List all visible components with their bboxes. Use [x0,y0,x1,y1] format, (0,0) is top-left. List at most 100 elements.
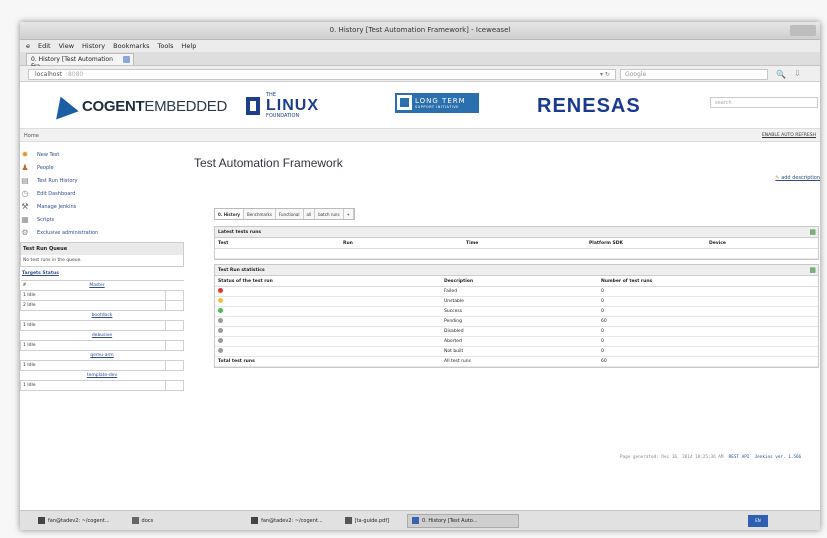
node-name[interactable]: qemu-arm [20,350,184,361]
status-description: Success [444,309,463,314]
status-description: Not built [444,349,464,354]
col-description: Description [444,278,474,284]
new-tab-icon[interactable] [123,56,130,63]
taskbar-item-terminal-2[interactable]: fan@tadev2: ~/cogent... [247,514,327,528]
taskbar-item-docs[interactable]: docs [128,514,158,528]
node-name[interactable]: Master [28,280,166,291]
menu-tools[interactable]: Tools [157,42,173,50]
web-search-input[interactable]: Google [620,69,768,80]
url-bar[interactable]: localhost:8080 [28,69,616,80]
reload-icon[interactable]: ▾ ↻ [600,71,610,78]
breadcrumb-bar: Home ENABLE AUTO REFRESH [20,128,820,142]
taskbar-item-label: 0. History [Test Auto... [422,517,478,524]
taskbar-item-label: [ta-guide.pdf] [354,517,390,524]
sidebar-item-label: Exclusive administration [37,229,99,236]
tab-history[interactable]: 0. History [215,209,245,219]
latest-runs-table: Latest tests runs ▦ Test Run Time Platfo… [214,226,819,260]
menu-file[interactable]: e [26,42,30,50]
jenkins-search-placeholder: search [715,100,732,106]
sidebar-item-edit-dashboard[interactable]: ◷ Edit Dashboard [20,187,184,200]
sidebar-item-label: Test Run History [37,177,78,184]
total-label: Total test runs [218,359,255,364]
tab-add-view[interactable]: + [343,209,354,219]
rss-icon[interactable]: ▦ [809,266,816,274]
cogent-logo-main: COGENT [82,97,145,115]
breadcrumb-home[interactable]: Home [24,133,39,139]
status-description: Unstable [444,299,464,304]
ltsi-logo-main: LONG TERM [415,96,466,105]
status-count: 0 [601,349,604,354]
sidebar-item-exclusive-admin[interactable]: ⚙ Exclusive administration [20,226,184,239]
sidebar-item-scripts[interactable]: ▦ Scripts [20,213,184,226]
keyboard-layout-indicator[interactable]: EN [748,515,768,527]
build-queue-title: Test Run Queue [21,243,183,255]
node-name[interactable]: debusive [20,330,184,341]
build-queue-panel: Test Run Queue No test runs in the queue… [20,242,184,267]
taskbar-item-pdf[interactable]: [ta-guide.pdf] [341,514,393,528]
terminal-icon [38,517,45,524]
tab-batch-runs[interactable]: batch runs [315,209,344,219]
linux-foundation-box-icon [246,97,260,115]
menu-view[interactable]: View [59,42,74,50]
search-icon[interactable]: 🔍 [776,70,786,79]
build-queue-empty: No test runs in the queue. [23,258,82,263]
status-unstable-icon [218,298,223,303]
ltsi-logo-sub: SUPPORT INITIATIVE [415,104,459,109]
tab-functional[interactable]: Functional [275,209,304,219]
jenkins-search-input[interactable]: search [710,97,818,108]
status-pending-icon [218,318,223,323]
col-count: Number of test runs [601,278,653,284]
browser-tab[interactable]: 0. History [Test Automation Fra... [26,53,134,70]
sidebar-item-manage-jenkins[interactable]: ⚒ Manage Jenkins [20,200,184,213]
url-text: localhost [35,71,62,78]
status-count: 60 [601,319,607,324]
cogent-triangle-icon [49,92,79,120]
menu-history[interactable]: History [82,42,105,50]
menu-bookmarks[interactable]: Bookmarks [113,42,149,50]
menu-bar: e Edit View History Bookmarks Tools Help [20,40,820,52]
sidebar-item-label: Scripts [37,216,55,223]
status-count: 0 [601,299,604,304]
taskbar-item-terminal[interactable]: fan@tadev2: ~/cogent... [34,514,114,528]
menu-edit[interactable]: Edit [38,42,51,50]
edit-icon: ◷ [21,189,29,198]
tab-bar: 0. History [Test Automation Fra... [20,52,820,70]
browser-window: 0. History [Test Automation Framework] -… [20,22,820,530]
enable-auto-refresh-link[interactable]: ENABLE AUTO REFRESH [762,133,816,138]
sidebar-item-people[interactable]: ♟ People [20,161,184,174]
node-name[interactable]: bootdock [20,310,184,321]
screen: 0. History [Test Automation Framework] -… [0,0,827,538]
tab-benchmarks[interactable]: Benchmarks [244,209,276,219]
latest-runs-header: Test Run Time Platform SDK Device [215,238,818,249]
jenkins-version-link[interactable]: Jenkins ver. 1.566 [755,455,802,460]
col-platform-sdk: Platform SDK [589,240,624,246]
rest-api-link[interactable]: REST API [729,455,750,460]
window-controls[interactable] [790,25,816,36]
sidebar-item-label: New Test [37,151,60,158]
sidebar: ✹ New Test ♟ People ▤ Test Run History ◷ Edi… [20,148,184,391]
rss-icon[interactable]: ▦ [809,228,816,236]
stats-header: Status of the test run Description Numbe… [215,276,818,287]
admin-icon: ⚙ [21,228,29,237]
sidebar-item-new-test[interactable]: ✹ New Test [20,148,184,161]
executor-row: 1 Idle [20,380,166,391]
sidebar-item-history[interactable]: ▤ Test Run History [20,174,184,187]
download-icon[interactable]: ⇩ [794,69,801,78]
status-description: Disabled [444,329,464,334]
main-content: Test Automation Framework ✎ add descript… [194,148,820,368]
table-row: Unstable 0 [215,297,818,307]
header-logos: COGENTEMBEDDED THE LINUX FOUNDATION LONG… [20,84,820,132]
taskbar-item-browser[interactable]: 0. History [Test Auto... [407,513,520,528]
menu-help[interactable]: Help [182,42,197,50]
executor-title[interactable]: Targets Status [20,267,184,280]
script-icon: ▦ [21,215,29,224]
total-description: All test runs [444,359,471,364]
tab-all[interactable]: all [303,209,316,219]
node-name[interactable]: template-dev [20,370,184,381]
taskbar-item-label: docs [141,517,154,524]
table-row [215,249,818,259]
people-icon: ♟ [21,163,29,172]
add-description-link[interactable]: ✎ add description [775,175,820,181]
page-title: Test Automation Framework [194,156,343,170]
sidebar-item-label: People [37,164,54,171]
